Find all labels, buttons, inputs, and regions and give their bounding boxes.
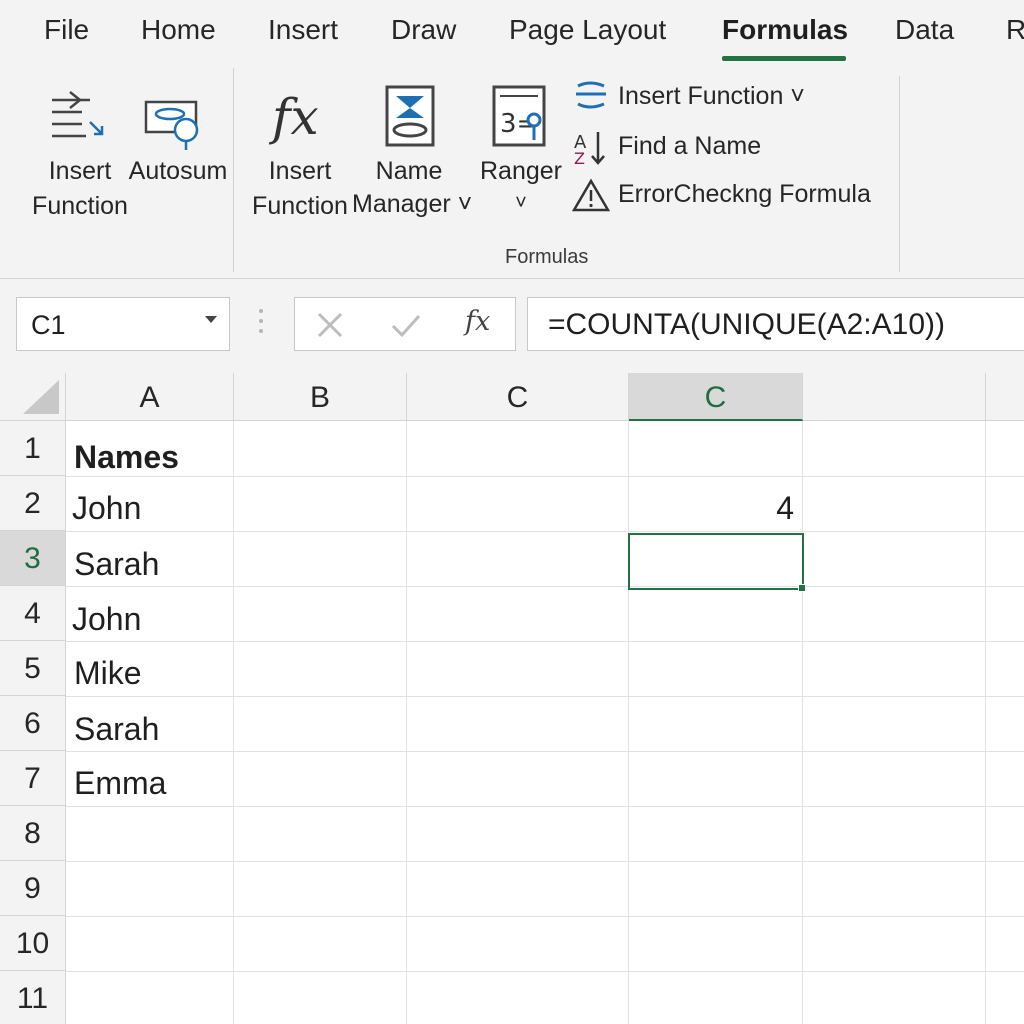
group-label-formulas: Formulas [505, 246, 589, 268]
formula-bar: C1 fx =COUNTA(UNIQUE(A2:A10)) [0, 279, 1024, 373]
row-header[interactable]: 10 [0, 916, 66, 971]
column-header-b[interactable]: B [234, 373, 407, 421]
find-name-icon: A Z [574, 132, 605, 166]
gridline [628, 421, 629, 1024]
gridline [985, 421, 986, 1024]
insert-function-icon [52, 91, 104, 138]
gridline [406, 421, 407, 1024]
cell-a2[interactable]: John [72, 481, 141, 536]
row-header[interactable]: 4 [0, 586, 66, 641]
ranger-label-1: Ranger [480, 157, 562, 185]
formula-input[interactable]: =COUNTA(UNIQUE(A2:A10)) [527, 297, 1024, 351]
tab-review-truncated[interactable]: R [1006, 14, 1024, 46]
gridline [66, 531, 1024, 532]
find-a-name-label: Find a Name [618, 132, 762, 160]
row-header[interactable]: 1 [0, 421, 66, 476]
cell-a4[interactable]: John [72, 592, 141, 647]
ranger-icon: 3= [492, 85, 546, 147]
gridline [66, 861, 1024, 862]
gridline [66, 916, 1024, 917]
error-checking-label: ErrorCheckng Formula [618, 180, 871, 208]
row-header-selected[interactable]: 3 [0, 531, 66, 586]
insert-function-fx-button[interactable]: fx [465, 306, 490, 337]
insert-function-left-button[interactable]: Insert Function [22, 78, 138, 228]
cell-result[interactable]: 4 [630, 481, 794, 536]
insert-function-small-icon [576, 81, 606, 109]
column-header-c-selected[interactable]: C [629, 373, 803, 421]
insert-function-small-button[interactable]: Insert Function ˅ [572, 76, 832, 116]
ribbon: Insert Function Autosum fx Insert Functi… [0, 68, 1024, 279]
active-cell-selection[interactable] [628, 533, 806, 592]
ribbon-separator [233, 68, 234, 272]
gridline [66, 641, 1024, 642]
cell-a3[interactable]: Sarah [74, 537, 159, 592]
gridline [66, 971, 1024, 972]
tab-file[interactable]: File [44, 14, 89, 46]
tab-data[interactable]: Data [895, 14, 954, 46]
cell-a1[interactable]: Names [74, 430, 179, 485]
spreadsheet-grid: A B C C 1 2 3 4 5 6 7 8 9 10 11 Names Jo… [0, 373, 1024, 1024]
row-header[interactable]: 9 [0, 861, 66, 916]
ribbon-separator [899, 76, 900, 272]
name-box[interactable]: C1 [16, 297, 230, 351]
warning-icon [572, 178, 610, 212]
cell-a7[interactable]: Emma [74, 756, 166, 811]
gridline [66, 696, 1024, 697]
fx-icon: fx [268, 88, 319, 146]
row-header[interactable]: 5 [0, 641, 66, 696]
cell-a6[interactable]: Sarah [74, 702, 159, 757]
find-a-name-button[interactable]: A Z Find a Name [572, 126, 772, 166]
close-icon[interactable] [313, 308, 347, 342]
gridline [233, 421, 234, 1024]
row-header[interactable]: 2 [0, 476, 66, 531]
gridline [66, 586, 1024, 587]
formula-value: =COUNTA(UNIQUE(A2:A10)) [548, 308, 946, 341]
insert-function-label-2: Function [252, 192, 348, 220]
column-header-a[interactable]: A [66, 373, 234, 421]
svg-text:fx: fx [268, 88, 319, 146]
name-manager-icon [385, 85, 435, 147]
gridline [66, 806, 1024, 807]
check-icon[interactable] [389, 308, 423, 342]
insert-function-small-label: Insert Function ˅ [618, 82, 805, 110]
chevron-down-icon[interactable] [205, 316, 217, 323]
svg-text:Z: Z [574, 149, 585, 166]
gridline [66, 476, 1024, 477]
tab-page-layout[interactable]: Page Layout [509, 14, 666, 46]
tab-formulas[interactable]: Formulas [722, 14, 848, 46]
tab-draw[interactable]: Draw [391, 14, 456, 46]
autosum-button[interactable]: Autosum [124, 78, 232, 198]
column-header-e[interactable] [803, 373, 986, 421]
active-tab-indicator [722, 56, 846, 61]
tab-insert[interactable]: Insert [268, 14, 338, 46]
insert-function-left-label-1: Insert [48, 157, 112, 185]
name-manager-button[interactable]: Name Manager ˅ [352, 78, 473, 228]
insert-function-left-label-2: Function [32, 192, 128, 220]
row-header[interactable]: 6 [0, 696, 66, 751]
ranger-label-2: ˅ [515, 192, 527, 214]
ribbon-tabs: File Home Insert Draw Page Layout Formul… [0, 0, 1024, 68]
insert-function-button[interactable]: fx Insert Function [250, 78, 350, 228]
autosum-label: Autosum [128, 157, 228, 185]
name-manager-label-1: Name [375, 157, 443, 185]
name-box-value: C1 [31, 310, 66, 340]
column-header-c[interactable]: C [407, 373, 629, 421]
select-all-button[interactable] [0, 373, 66, 421]
name-manager-label-2: Manager ˅ [352, 190, 473, 218]
cell-a5[interactable]: Mike [74, 646, 142, 701]
tab-home[interactable]: Home [141, 14, 216, 46]
gridline [66, 751, 1024, 752]
row-header[interactable]: 11 [0, 971, 66, 1024]
drag-handle-icon[interactable] [258, 309, 264, 339]
column-header-f[interactable] [986, 373, 1024, 421]
row-header[interactable]: 7 [0, 751, 66, 806]
error-checking-button[interactable]: ErrorCheckng Formula [572, 174, 882, 214]
fill-handle[interactable] [798, 584, 806, 592]
gridline [802, 421, 803, 1024]
autosum-icon [144, 100, 199, 150]
insert-function-label-1: Insert [268, 157, 332, 185]
ranger-button[interactable]: 3= Ranger ˅ [474, 78, 568, 228]
row-header[interactable]: 8 [0, 806, 66, 861]
formula-buttons: fx [294, 297, 516, 351]
